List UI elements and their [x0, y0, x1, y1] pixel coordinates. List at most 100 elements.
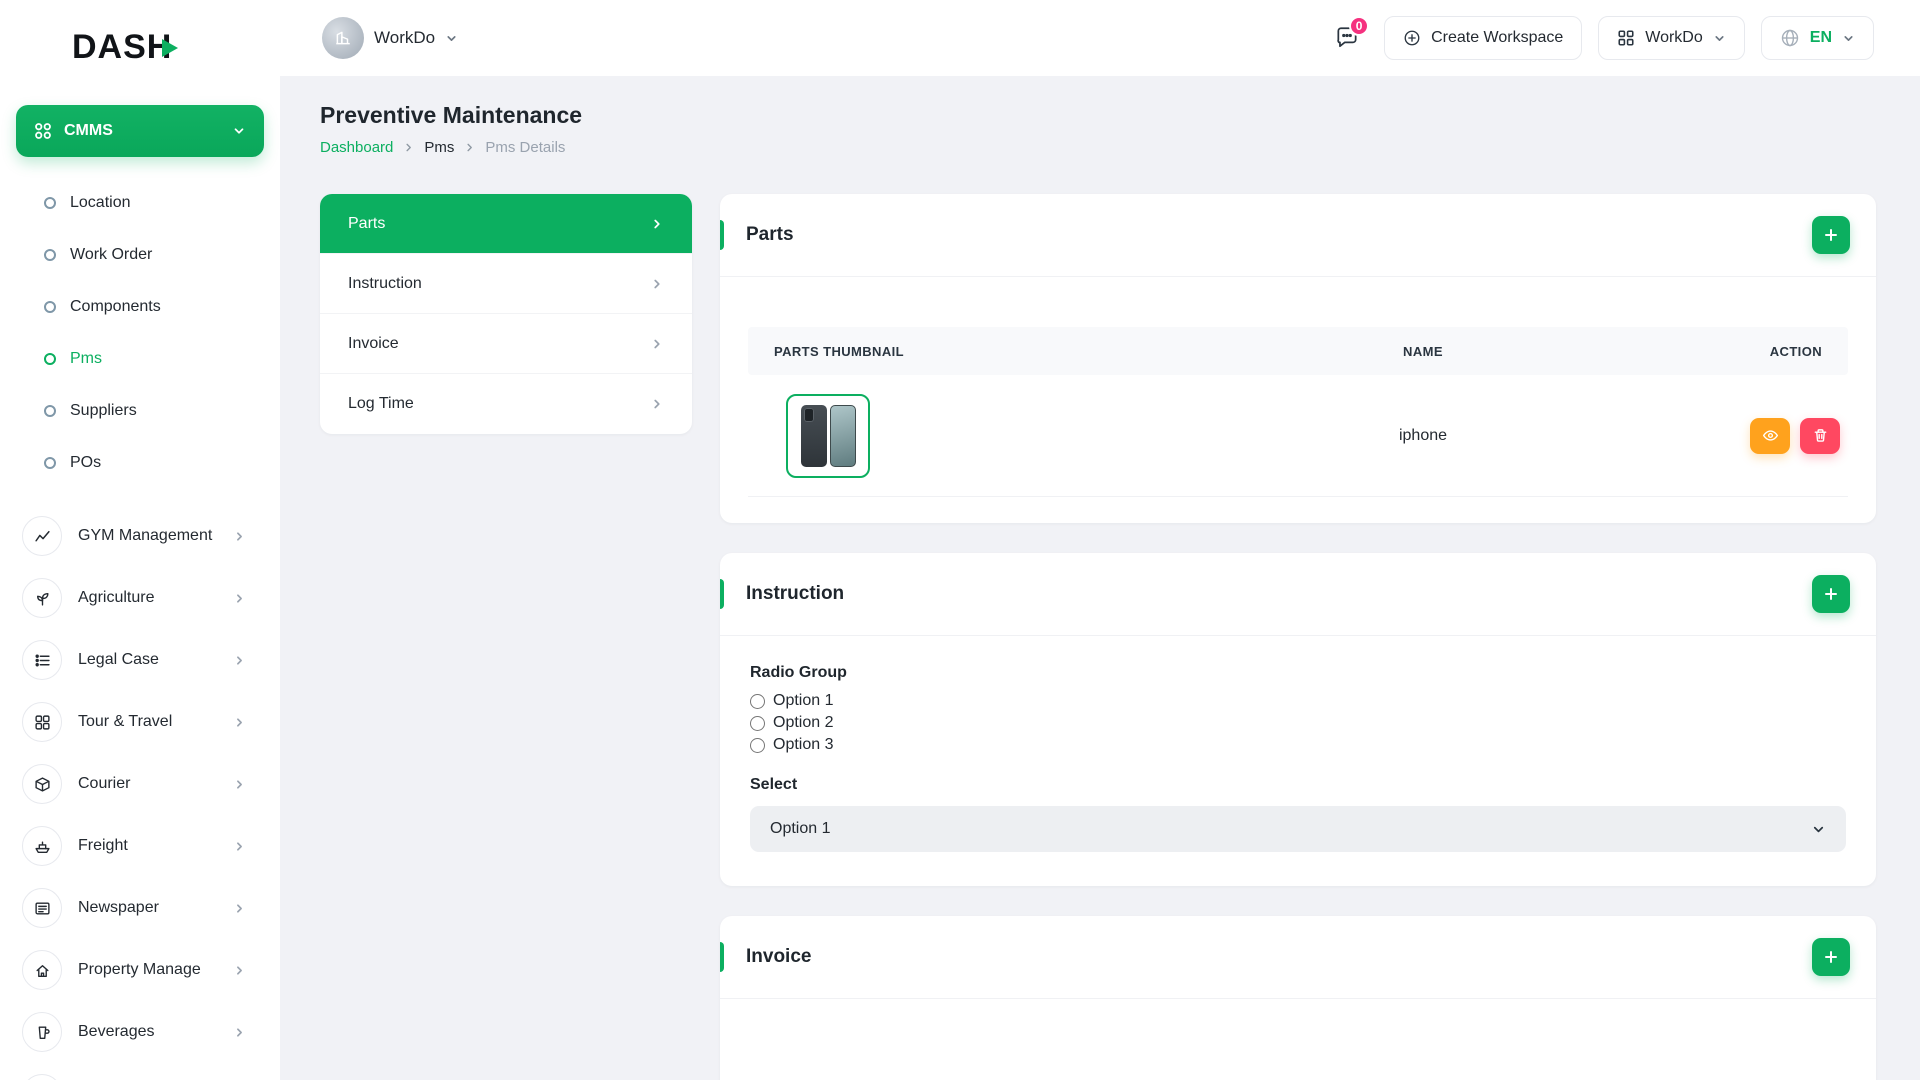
create-workspace-button[interactable]: Create Workspace — [1384, 16, 1582, 60]
parts-card-title: Parts — [746, 224, 794, 246]
building-icon — [22, 950, 62, 990]
sidebar: DASH CMMS Location Work Order Components — [0, 0, 280, 1080]
column-action: ACTION — [1648, 344, 1848, 359]
sidebar-item-cmms[interactable]: CMMS — [16, 105, 264, 157]
ship-icon — [22, 826, 62, 866]
column-thumbnail: PARTS THUMBNAIL — [748, 344, 1198, 359]
sidebar-item-freight[interactable]: Freight — [0, 815, 280, 877]
part-thumbnail[interactable] — [786, 394, 870, 478]
brand-logo-arrow-icon — [162, 39, 178, 57]
instruction-card-header: Instruction — [720, 553, 1876, 635]
radio-option-3[interactable]: Option 3 — [750, 736, 1846, 754]
sidebar-item-gym-management[interactable]: GYM Management — [0, 505, 280, 567]
workspace-selector[interactable]: WorkDo — [322, 17, 458, 59]
sidebar-item-work-order[interactable]: Work Order — [0, 229, 280, 281]
radio-input[interactable] — [750, 738, 765, 753]
sidebar-item-label: Newspaper — [78, 899, 217, 917]
chevron-right-icon — [233, 530, 246, 543]
instruction-card-title: Instruction — [746, 583, 844, 605]
bullet-icon — [44, 405, 56, 417]
list-icon — [22, 640, 62, 680]
sidebar-item-label: Tour & Travel — [78, 713, 217, 731]
sidebar-item-label: Agriculture — [78, 589, 217, 607]
sidebar-item-label: Freight — [78, 837, 217, 855]
parts-table: PARTS THUMBNAIL NAME ACTION iphone — [720, 277, 1876, 523]
detail-cards: Parts PARTS THUMBNAIL NAME ACTION — [720, 194, 1876, 1080]
chevron-right-icon — [650, 397, 664, 411]
sidebar-item-pos[interactable]: POs — [0, 437, 280, 489]
plus-circle-icon — [1403, 29, 1421, 47]
chevron-right-icon — [233, 902, 246, 915]
brand-logo[interactable]: DASH — [0, 0, 280, 67]
chevron-down-icon — [1811, 822, 1826, 837]
sidebar-item-label: Components — [70, 298, 161, 316]
chevron-right-icon — [233, 654, 246, 667]
sidebar-item-location[interactable]: Location — [0, 177, 280, 229]
phone-image — [801, 405, 827, 467]
pms-section-menu: Parts Instruction Invoice Log Time — [320, 194, 692, 434]
workdo-menu-label: WorkDo — [1645, 29, 1703, 47]
chat-badge: 0 — [1349, 16, 1369, 36]
chevron-right-icon — [403, 142, 414, 153]
sidebar-item-label: Work Order — [70, 246, 152, 264]
tab-invoice[interactable]: Invoice — [320, 314, 692, 374]
invoice-card-header: Invoice — [720, 916, 1876, 998]
radio-input[interactable] — [750, 694, 765, 709]
add-part-button[interactable] — [1812, 216, 1850, 254]
workspace-avatar — [322, 17, 364, 59]
radio-option-1[interactable]: Option 1 — [750, 692, 1846, 710]
drink-cup-icon — [22, 1012, 62, 1052]
sidebar-item-suppliers[interactable]: Suppliers — [0, 385, 280, 437]
add-instruction-button[interactable] — [1812, 575, 1850, 613]
breadcrumb-pms-details: Pms Details — [485, 139, 565, 156]
parts-card-header: Parts — [720, 194, 1876, 276]
phone-image — [830, 405, 856, 467]
sidebar-item-newspaper[interactable]: Newspaper — [0, 877, 280, 939]
language-selector[interactable]: EN — [1761, 16, 1874, 60]
breadcrumb-pms[interactable]: Pms — [424, 139, 454, 156]
grid-icon — [22, 702, 62, 742]
sidebar-item-tour-travel[interactable]: Tour & Travel — [0, 691, 280, 753]
radio-option-label: Option 2 — [773, 714, 833, 732]
tab-label: Parts — [348, 215, 385, 233]
chevron-right-icon — [233, 778, 246, 791]
modules-grid-icon — [34, 122, 52, 140]
sidebar-item-label: Suppliers — [70, 402, 137, 420]
card-accent-bar — [720, 220, 724, 250]
sidebar-item-legal-case[interactable]: Legal Case — [0, 629, 280, 691]
radio-input[interactable] — [750, 716, 765, 731]
card-accent-bar — [720, 579, 724, 609]
sidebar-item-agriculture[interactable]: Agriculture — [0, 567, 280, 629]
chevron-right-icon — [464, 142, 475, 153]
sidebar-item-label: POs — [70, 454, 101, 472]
sidebar-item-beverages[interactable]: Beverages — [0, 1001, 280, 1063]
sidebar-item-property-manage[interactable]: Property Manage — [0, 939, 280, 1001]
chevron-right-icon — [233, 840, 246, 853]
radio-option-2[interactable]: Option 2 — [750, 714, 1846, 732]
breadcrumb-dashboard[interactable]: Dashboard — [320, 139, 393, 156]
add-invoice-button[interactable] — [1812, 938, 1850, 976]
globe-icon — [1780, 28, 1800, 48]
bullet-icon — [44, 353, 56, 365]
create-workspace-label: Create Workspace — [1431, 29, 1563, 47]
parts-table-header: PARTS THUMBNAIL NAME ACTION — [748, 327, 1848, 375]
view-part-button[interactable] — [1750, 418, 1790, 454]
card-accent-bar — [720, 942, 724, 972]
delete-part-button[interactable] — [1800, 418, 1840, 454]
sidebar-item-components[interactable]: Components — [0, 281, 280, 333]
chevron-right-icon — [650, 277, 664, 291]
tab-instruction[interactable]: Instruction — [320, 254, 692, 314]
tab-log-time[interactable]: Log Time — [320, 374, 692, 434]
sidebar-item-restaurant[interactable]: Restaurant — [0, 1063, 280, 1080]
instruction-card: Instruction Radio Group Option 1 Option … — [720, 553, 1876, 886]
language-label: EN — [1810, 29, 1832, 47]
chevron-down-icon — [1713, 32, 1726, 45]
chat-button[interactable]: 0 — [1334, 25, 1360, 51]
main-content: Preventive Maintenance Dashboard Pms Pms… — [280, 76, 1920, 1080]
workdo-menu-button[interactable]: WorkDo — [1598, 16, 1745, 60]
sidebar-item-courier[interactable]: Courier — [0, 753, 280, 815]
tab-parts[interactable]: Parts — [320, 194, 692, 254]
option-select[interactable]: Option 1 — [750, 806, 1846, 852]
part-thumbnail-cell — [748, 394, 1198, 478]
sidebar-item-pms[interactable]: Pms — [0, 333, 280, 385]
